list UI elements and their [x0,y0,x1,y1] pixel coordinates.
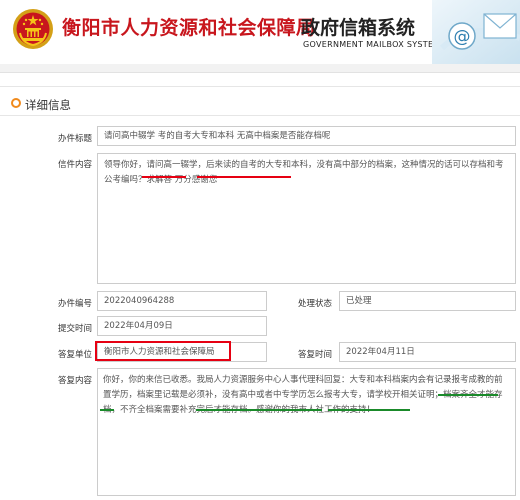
annotation-underline [438,394,498,396]
subject-field: 请问高中辍学 考的自考大专和本科 无高中档案是否能存档呢 [97,126,516,146]
annotation-underline [142,176,186,178]
section-title-text: 详细信息 [25,98,71,112]
annotation-underline [196,409,322,411]
number-field: 2022040964288 [97,291,267,311]
reply-content-label: 答复内容 [57,376,92,386]
annotation-underline [328,409,410,411]
status-label: 处理状态 [297,299,332,309]
content-label: 信件内容 [57,160,92,170]
reply-time-label: 答复时间 [297,350,332,360]
email-at-icon: @ [432,0,520,64]
section-title: 详细信息 [11,97,71,113]
header-divider [0,64,520,73]
letter-content-field: 领导你好，请问高一辍学，后来读的自考的大专和本科，没有高中部分的档案，这种情况的… [97,153,516,284]
reply-content-field: 你好，你的来信已收悉。我局人力资源服务中心人事代理科回复：大专和本科档案内会有记… [97,368,516,496]
divider [0,86,520,87]
reply-unit-label: 答复单位 [57,350,92,360]
reply-time-field: 2022年04月11日 [339,342,516,362]
system-title-en: GOVERNMENT MAILBOX SYSTEM [303,40,441,49]
site-title: 衡阳市人力资源和社会保障局 [62,17,316,39]
subject-label: 办件标题 [57,134,92,144]
submit-time-label: 提交时间 [57,324,92,334]
site-header: 衡阳市人力资源和社会保障局 政府信箱系统 GOVERNMENT MAILBOX … [0,0,520,64]
envelope-icon [483,13,517,39]
system-title: 政府信箱系统 [301,17,416,39]
annotation-underline [197,176,291,178]
annotation-box [95,341,231,361]
section-bullet-icon [11,98,21,108]
section-divider [0,115,520,116]
status-field: 已处理 [339,291,516,311]
number-label: 办件编号 [57,299,92,309]
national-emblem-icon [13,9,53,49]
submit-time-field: 2022年04月09日 [97,316,267,336]
svg-text:@: @ [454,27,471,47]
annotation-underline [100,409,114,411]
